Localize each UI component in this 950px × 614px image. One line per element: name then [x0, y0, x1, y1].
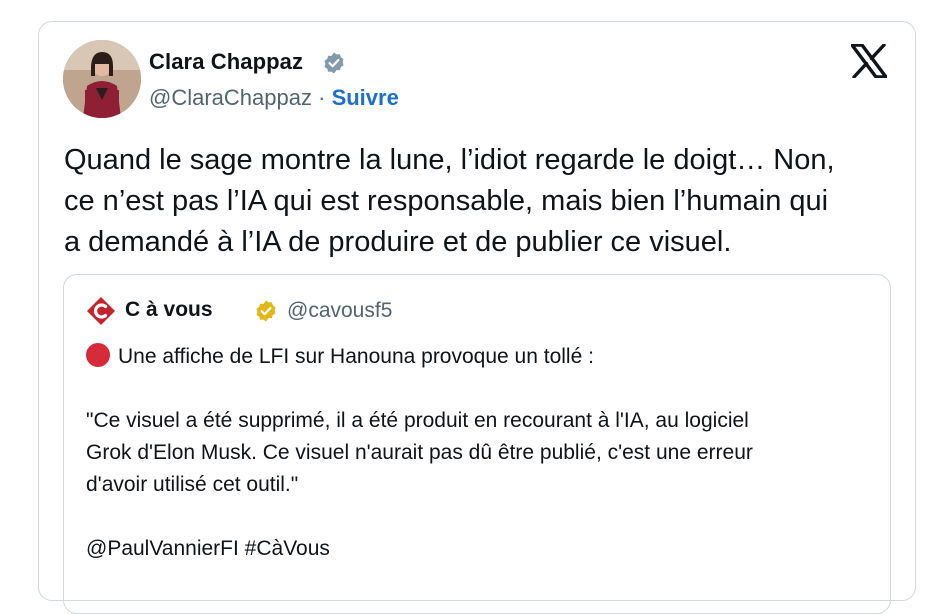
post-text-line: Quand le sage montre la lune, l’idiot re… — [64, 144, 835, 176]
post-text-line: a demandé à l’IA de produire et de publi… — [64, 226, 732, 258]
author-handle-row: @ClaraChappaz · Suivre — [149, 85, 399, 111]
verified-badge-icon — [324, 52, 344, 74]
c-a-vous-logo-icon — [87, 297, 115, 325]
follow-button[interactable]: Suivre — [332, 85, 399, 110]
quoted-text-line: Grok d'Elon Musk. Ce visuel n'aurait pas… — [86, 441, 753, 464]
quoted-headline-line: Une affiche de LFI sur Hanouna provoque … — [86, 341, 876, 373]
post-text-line: ce n’est pas l’IA qui est responsable, m… — [64, 185, 829, 217]
author-avatar[interactable] — [63, 40, 141, 118]
quoted-author-name[interactable]: C à vous — [125, 298, 213, 322]
author-name[interactable]: Clara Chappaz — [149, 49, 303, 75]
author-handle[interactable]: @ClaraChappaz — [149, 85, 312, 110]
quoted-author-handle[interactable]: @cavousf5 — [287, 299, 392, 323]
quoted-text-line: d'avoir utilisé cet outil." — [86, 473, 299, 496]
gold-verified-badge-icon — [256, 300, 276, 322]
post-text: Quand le sage montre la lune, l’idiot re… — [64, 140, 904, 263]
quoted-text-line: "Ce visuel a été supprimé, il a été prod… — [86, 409, 749, 432]
handle-separator: · — [318, 85, 326, 110]
red-circle-icon — [86, 343, 110, 367]
x-logo-icon[interactable] — [851, 44, 887, 78]
quoted-headline: Une affiche de LFI sur Hanouna provoque … — [118, 345, 594, 368]
quoted-post[interactable]: C à vous @cavousf5 Une affiche de LFI su… — [63, 274, 891, 614]
quoted-mentions[interactable]: @PaulVannierFI #CàVous — [86, 533, 876, 565]
quoted-text: Une affiche de LFI sur Hanouna provoque … — [86, 341, 876, 565]
post-card: Clara Chappaz @ClaraChappaz · Suivre Qua… — [38, 21, 916, 614]
